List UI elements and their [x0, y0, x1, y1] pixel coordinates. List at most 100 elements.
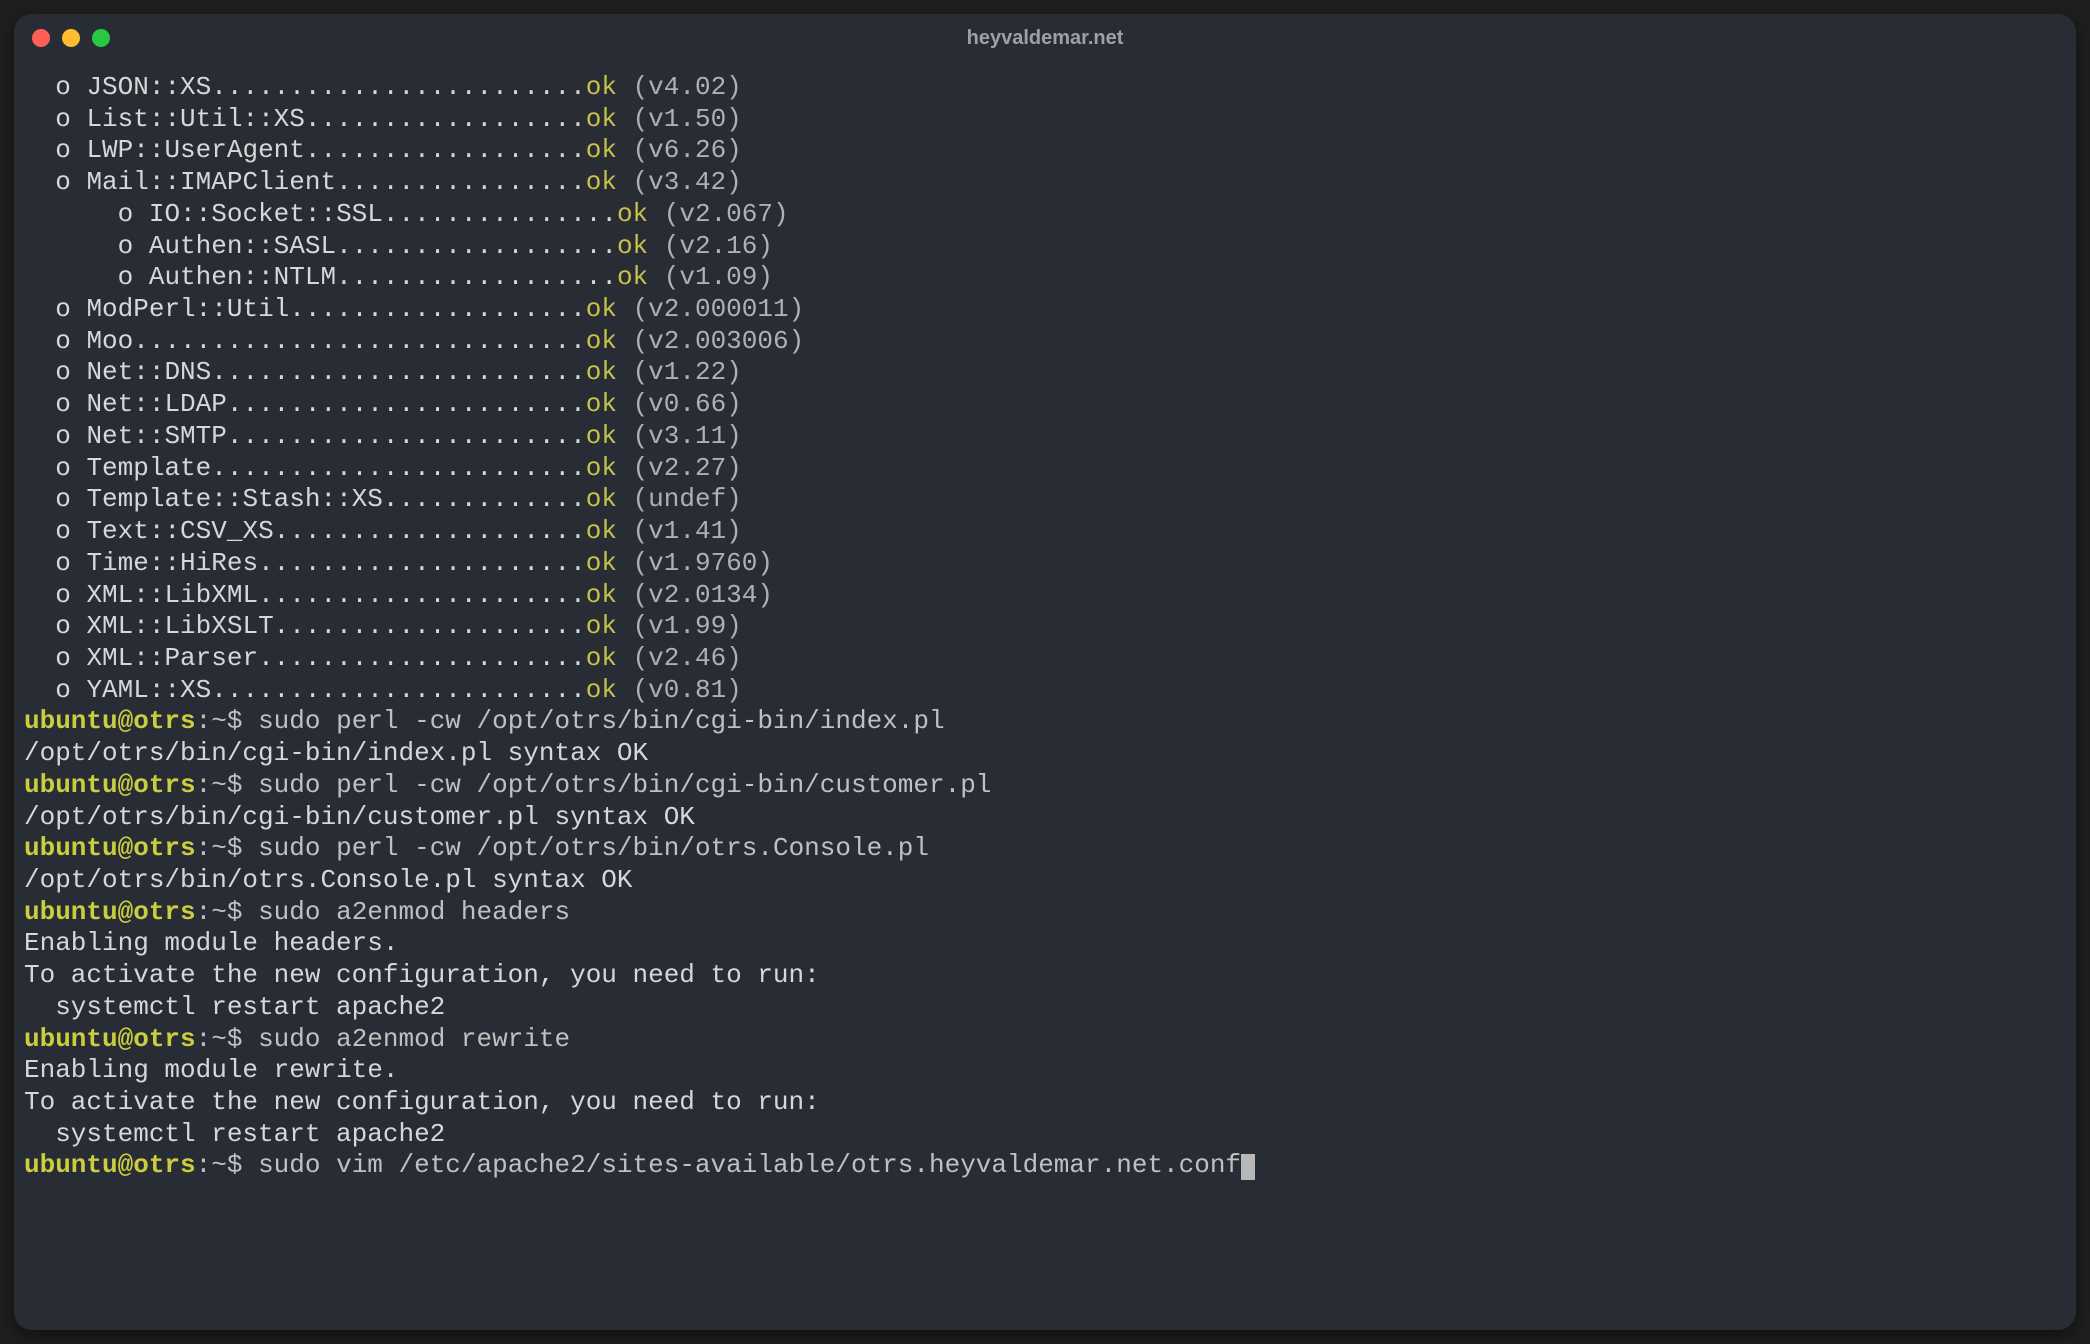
command-text: sudo a2enmod rewrite [258, 1024, 570, 1054]
prompt-sep: : [196, 770, 212, 800]
module-name: ModPerl::Util [86, 294, 289, 324]
module-ok: ok [586, 294, 617, 324]
module-name: Template [86, 453, 211, 483]
module-ok: ok [617, 231, 648, 261]
module-version: (v2.067) [664, 199, 789, 229]
module-bullet: o [55, 453, 71, 483]
module-bullet: o [55, 643, 71, 673]
output-line: Enabling module rewrite. [24, 1055, 398, 1085]
module-name: XML::Parser [86, 643, 258, 673]
module-dots: ................ [336, 167, 586, 197]
prompt-symbol: $ [227, 770, 258, 800]
window-controls [32, 29, 110, 47]
module-bullet: o [55, 357, 71, 387]
module-version: (v1.99) [633, 611, 742, 641]
zoom-icon[interactable] [92, 29, 110, 47]
module-bullet: o [55, 548, 71, 578]
close-icon[interactable] [32, 29, 50, 47]
module-name: Moo [86, 326, 133, 356]
terminal-body[interactable]: o JSON::XS........................ok (v4… [14, 62, 2076, 1330]
module-bullet: o [55, 516, 71, 546]
prompt-path: ~ [211, 1024, 227, 1054]
prompt-path: ~ [211, 833, 227, 863]
module-name: Text::CSV_XS [86, 516, 273, 546]
module-bullet: o [55, 72, 71, 102]
cursor-icon [1241, 1154, 1255, 1180]
output-line: systemctl restart apache2 [24, 992, 445, 1022]
module-ok: ok [586, 72, 617, 102]
module-ok: ok [586, 421, 617, 451]
output-line: To activate the new configuration, you n… [24, 960, 820, 990]
prompt-symbol: $ [227, 1150, 258, 1180]
module-version: (v0.66) [633, 389, 742, 419]
module-dots: .................. [336, 231, 617, 261]
module-bullet: o [55, 484, 71, 514]
module-dots: ........................ [211, 675, 585, 705]
module-name: Template::Stash::XS [86, 484, 382, 514]
module-version: (v2.003006) [633, 326, 805, 356]
module-ok: ok [586, 135, 617, 165]
module-bullet: o [55, 326, 71, 356]
prompt-path: ~ [211, 897, 227, 927]
module-name: XML::LibXSLT [86, 611, 273, 641]
output-line: Enabling module headers. [24, 928, 398, 958]
module-name: Net::LDAP [86, 389, 226, 419]
module-version: (v0.81) [633, 675, 742, 705]
module-ok: ok [586, 548, 617, 578]
module-ok: ok [586, 611, 617, 641]
module-bullet: o [118, 262, 134, 292]
module-name: XML::LibXML [86, 580, 258, 610]
module-dots: .................. [305, 135, 586, 165]
module-dots: .................... [274, 611, 586, 641]
module-bullet: o [55, 104, 71, 134]
module-bullet: o [55, 389, 71, 419]
module-version: (v1.22) [633, 357, 742, 387]
module-bullet: o [55, 580, 71, 610]
module-bullet: o [118, 231, 134, 261]
prompt-user: ubuntu@otrs [24, 897, 196, 927]
module-version: (v1.41) [633, 516, 742, 546]
module-ok: ok [617, 199, 648, 229]
prompt-user: ubuntu@otrs [24, 1150, 196, 1180]
module-ok: ok [586, 675, 617, 705]
prompt-user: ubuntu@otrs [24, 706, 196, 736]
prompt-sep: : [196, 706, 212, 736]
module-bullet: o [55, 167, 71, 197]
module-dots: ........................ [211, 453, 585, 483]
module-dots: ............................. [133, 326, 585, 356]
prompt-sep: : [196, 833, 212, 863]
module-version: (v3.11) [633, 421, 742, 451]
module-name: Net::SMTP [86, 421, 226, 451]
window-title: heyvaldemar.net [967, 27, 1124, 50]
module-dots: ..................... [258, 548, 586, 578]
module-dots: ........................ [211, 357, 585, 387]
module-version: (v3.42) [633, 167, 742, 197]
command-text: sudo perl -cw /opt/otrs/bin/cgi-bin/inde… [258, 706, 945, 736]
module-ok: ok [586, 453, 617, 483]
prompt-user: ubuntu@otrs [24, 833, 196, 863]
minimize-icon[interactable] [62, 29, 80, 47]
module-dots: .................... [274, 516, 586, 546]
module-bullet: o [118, 199, 134, 229]
command-text: sudo a2enmod headers [258, 897, 570, 927]
module-bullet: o [55, 675, 71, 705]
module-bullet: o [55, 135, 71, 165]
module-name: Time::HiRes [86, 548, 258, 578]
prompt-path: ~ [211, 770, 227, 800]
module-version: (undef) [633, 484, 742, 514]
module-version: (v2.27) [633, 453, 742, 483]
output-line: To activate the new configuration, you n… [24, 1087, 820, 1117]
module-ok: ok [586, 643, 617, 673]
command-text: sudo perl -cw /opt/otrs/bin/cgi-bin/cust… [258, 770, 991, 800]
module-name: YAML::XS [86, 675, 211, 705]
module-dots: ....................... [227, 389, 586, 419]
module-name: Authen::NTLM [149, 262, 336, 292]
terminal-window: heyvaldemar.net o JSON::XS..............… [14, 14, 2076, 1330]
module-version: (v6.26) [633, 135, 742, 165]
module-name: IO::Socket::SSL [149, 199, 383, 229]
prompt-path: ~ [211, 706, 227, 736]
prompt-symbol: $ [227, 706, 258, 736]
module-ok: ok [617, 262, 648, 292]
module-version: (v2.000011) [633, 294, 805, 324]
module-version: (v1.09) [664, 262, 773, 292]
